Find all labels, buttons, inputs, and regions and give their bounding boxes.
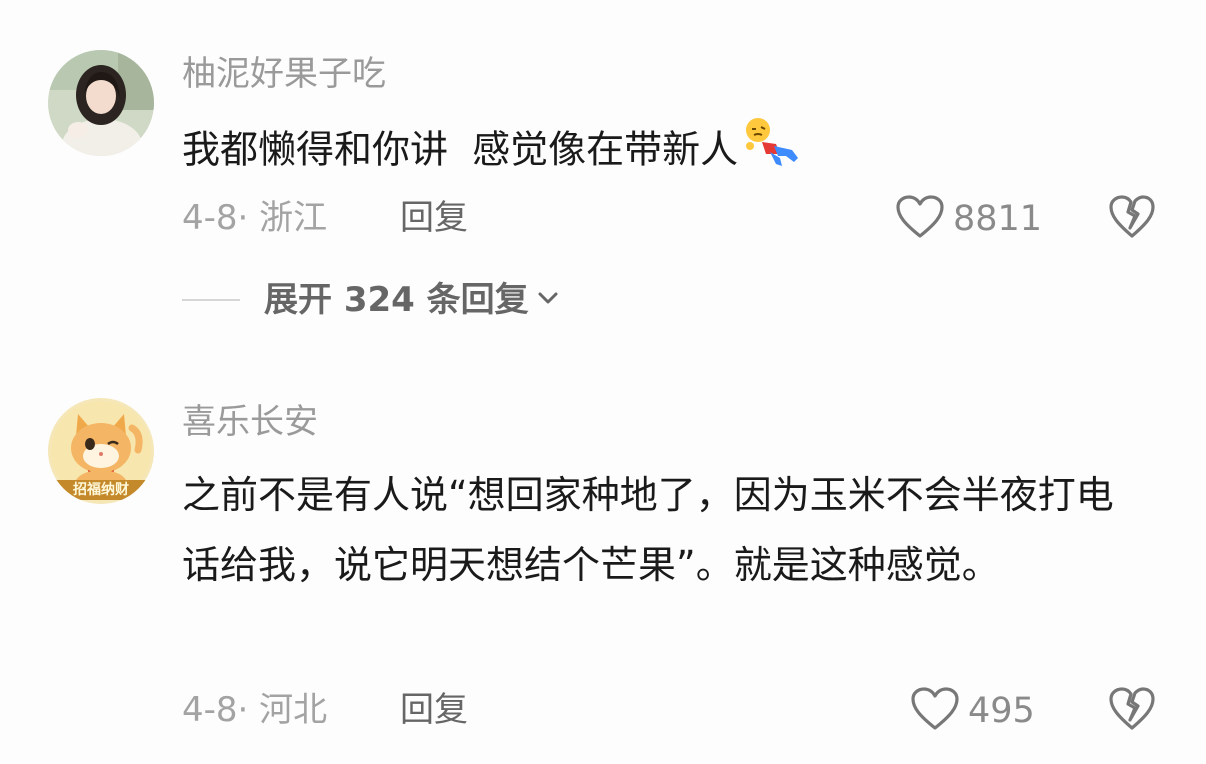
comment-meta: 4-8· 浙江 [182,198,328,238]
comment-text: 之前不是有人说“想回家种地了，因为玉米不会半夜打电话给我，说它明天想结个芒果”。… [182,473,1114,587]
like-count: 495 [968,691,1035,731]
like-button[interactable]: 495 [910,686,1035,736]
reply-button[interactable]: 回复 [400,690,468,730]
lying-down-emoji-icon [740,114,802,190]
username[interactable]: 柚泥好果子吃 [182,54,386,94]
heart-outline-icon [910,686,960,736]
broken-heart-icon [1108,195,1156,244]
avatar[interactable] [48,50,154,156]
username[interactable]: 喜乐长安 [182,402,318,442]
comment-text-body: 我都懒得和你讲 感觉像在带新人 [182,127,739,172]
expand-divider [182,299,240,301]
dislike-button[interactable] [1108,194,1156,244]
dislike-button[interactable] [1108,686,1156,736]
broken-heart-icon [1108,687,1156,736]
reply-button[interactable]: 回复 [400,198,468,238]
comment-text: 我都懒得和你讲 感觉像在带新人 [182,114,1142,190]
comment-meta: 4-8· 河北 [182,690,328,730]
chevron-down-icon [537,290,559,310]
expand-replies-label: 展开 324 条回复 [264,280,529,320]
expand-replies-button[interactable]: 展开 324 条回复 [182,280,559,320]
avatar-badge: 招福纳财 [48,480,154,500]
heart-outline-icon [895,194,945,244]
like-count: 8811 [953,199,1043,239]
avatar[interactable]: 招福纳财 [48,398,154,504]
like-button[interactable]: 8811 [895,194,1042,244]
